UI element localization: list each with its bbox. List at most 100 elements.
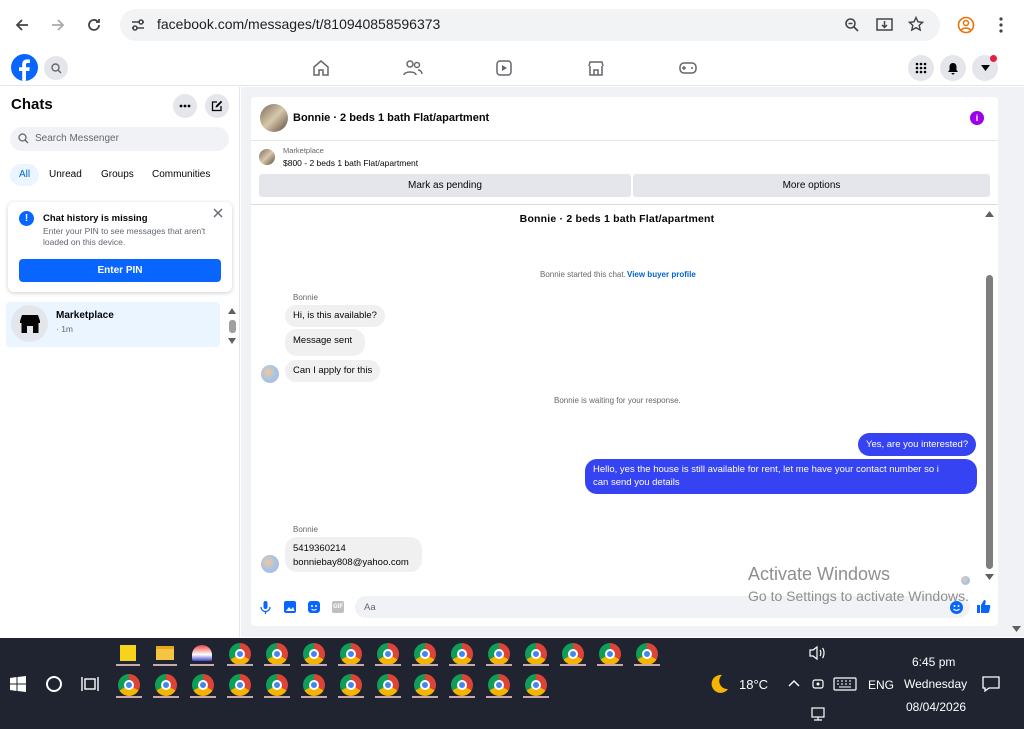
- chrome-icon[interactable]: [488, 643, 510, 665]
- notifications-bell-icon[interactable]: [940, 55, 966, 81]
- chrome-icon[interactable]: [525, 674, 547, 696]
- chrome-icon[interactable]: [525, 643, 547, 665]
- listing-price[interactable]: $800 - 2 beds 1 bath Flat/apartment: [283, 158, 418, 168]
- message-bubble[interactable]: Can I apply for this: [285, 360, 381, 382]
- tab-unread[interactable]: Unread: [49, 169, 82, 185]
- enter-pin-button[interactable]: Enter PIN: [19, 259, 221, 282]
- page-scroll-down-icon[interactable]: [1012, 626, 1021, 632]
- file-explorer-icon[interactable]: [156, 646, 174, 660]
- keyboard-icon[interactable]: [833, 677, 857, 691]
- chrome-icon[interactable]: [451, 643, 473, 665]
- clock-day[interactable]: Wednesday: [904, 677, 967, 691]
- conversation-info-icon[interactable]: i: [970, 111, 984, 125]
- sender-avatar[interactable]: [261, 555, 279, 573]
- windows-start-icon[interactable]: [10, 676, 26, 692]
- message-bubble[interactable]: Message sent: [285, 329, 365, 356]
- chrome-icon[interactable]: [636, 643, 658, 665]
- chrome-icon[interactable]: [340, 643, 362, 665]
- active-indicator: [153, 696, 179, 698]
- tab-communities[interactable]: Communities: [152, 169, 210, 185]
- message-bubble[interactable]: 5419360214 bonniebay808@yahoo.com: [285, 537, 422, 572]
- sticker-icon[interactable]: [308, 601, 320, 613]
- meet-now-icon[interactable]: [810, 676, 826, 692]
- menu-grid-icon[interactable]: [908, 55, 934, 81]
- search-circle-icon[interactable]: [46, 676, 62, 692]
- profile-icon[interactable]: [957, 16, 975, 34]
- thumbs-up-icon[interactable]: [976, 599, 991, 614]
- url-text[interactable]: facebook.com/messages/t/810940858596373: [157, 16, 440, 32]
- view-buyer-profile-link[interactable]: View buyer profile: [627, 270, 696, 279]
- listing-photo-avatar[interactable]: [260, 104, 288, 132]
- list-scroll-up-icon[interactable]: [228, 308, 236, 314]
- messenger-search-input[interactable]: Search Messenger: [10, 127, 229, 151]
- task-view-icon[interactable]: [81, 676, 99, 692]
- weather-temp[interactable]: 18°C: [739, 677, 768, 692]
- tab-groups[interactable]: Groups: [101, 169, 134, 185]
- chrome-icon[interactable]: [377, 674, 399, 696]
- marketplace-icon[interactable]: [587, 59, 605, 77]
- active-indicator: [264, 696, 290, 698]
- friends-icon[interactable]: [403, 59, 423, 77]
- outgoing-message-bubble[interactable]: Yes, are you interested?: [858, 433, 977, 456]
- moon-weather-icon[interactable]: [708, 673, 730, 695]
- conversation-title[interactable]: Bonnie · 2 beds 1 bath Flat/apartment: [293, 112, 489, 124]
- gif-icon[interactable]: GIF: [332, 601, 344, 613]
- chrome-icon[interactable]: [266, 674, 288, 696]
- browser-menu-icon[interactable]: [998, 16, 1004, 34]
- chrome-icon[interactable]: [155, 674, 177, 696]
- back-arrow-icon[interactable]: [8, 11, 36, 39]
- list-scroll-down-icon[interactable]: [228, 338, 236, 344]
- outgoing-message-bubble[interactable]: Hello, yes the house is still available …: [585, 459, 977, 494]
- reload-icon[interactable]: [80, 11, 108, 39]
- scroll-down-icon[interactable]: [985, 574, 994, 580]
- bookmark-star-icon[interactable]: [908, 16, 924, 32]
- app-icon[interactable]: [192, 645, 212, 661]
- chrome-icon[interactable]: [303, 643, 325, 665]
- tab-all[interactable]: All: [10, 164, 39, 186]
- conversation-scrollbar-thumb[interactable]: [986, 275, 993, 569]
- chrome-icon[interactable]: [229, 643, 251, 665]
- list-scrollbar-thumb[interactable]: [229, 320, 236, 333]
- chrome-icon[interactable]: [377, 643, 399, 665]
- new-message-icon[interactable]: [205, 94, 229, 118]
- video-icon[interactable]: [495, 59, 513, 77]
- chrome-icon[interactable]: [451, 674, 473, 696]
- message-bubble[interactable]: Hi, is this available?: [285, 305, 385, 327]
- mark-as-pending-button[interactable]: Mark as pending: [259, 174, 631, 197]
- chrome-icon[interactable]: [229, 674, 251, 696]
- fb-search-icon[interactable]: [44, 56, 68, 80]
- volume-icon[interactable]: [809, 645, 827, 661]
- clock-date[interactable]: 08/04/2026: [906, 700, 966, 714]
- install-app-icon[interactable]: [876, 17, 893, 33]
- chrome-icon[interactable]: [340, 674, 362, 696]
- chrome-icon[interactable]: [488, 674, 510, 696]
- more-options-button[interactable]: More options: [633, 174, 990, 197]
- tray-chevron-up-icon[interactable]: [788, 679, 800, 687]
- sticky-notes-icon[interactable]: [120, 645, 136, 661]
- gaming-icon[interactable]: [678, 59, 698, 77]
- chrome-icon[interactable]: [414, 643, 436, 665]
- more-options-icon[interactable]: [173, 94, 197, 118]
- microphone-icon[interactable]: [260, 601, 271, 614]
- forward-arrow-icon[interactable]: [44, 11, 72, 39]
- zoom-icon[interactable]: [844, 17, 860, 33]
- chrome-icon[interactable]: [303, 674, 325, 696]
- sender-avatar[interactable]: [261, 365, 279, 383]
- site-settings-icon[interactable]: [130, 17, 146, 33]
- divider: [251, 204, 998, 205]
- home-icon[interactable]: [312, 59, 330, 77]
- clock-time[interactable]: 6:45 pm: [912, 655, 955, 669]
- chrome-icon[interactable]: [562, 643, 584, 665]
- facebook-logo-icon[interactable]: [11, 54, 38, 81]
- notification-center-icon[interactable]: [982, 675, 1000, 693]
- photo-icon[interactable]: [284, 601, 296, 613]
- chrome-icon[interactable]: [118, 674, 140, 696]
- chrome-icon[interactable]: [414, 674, 436, 696]
- language-indicator[interactable]: ENG: [868, 678, 894, 692]
- network-icon[interactable]: [809, 706, 827, 722]
- listing-thumbnail[interactable]: [259, 149, 275, 165]
- chrome-icon[interactable]: [599, 643, 621, 665]
- chrome-icon[interactable]: [266, 643, 288, 665]
- scroll-up-icon[interactable]: [985, 211, 994, 217]
- chrome-icon[interactable]: [192, 674, 214, 696]
